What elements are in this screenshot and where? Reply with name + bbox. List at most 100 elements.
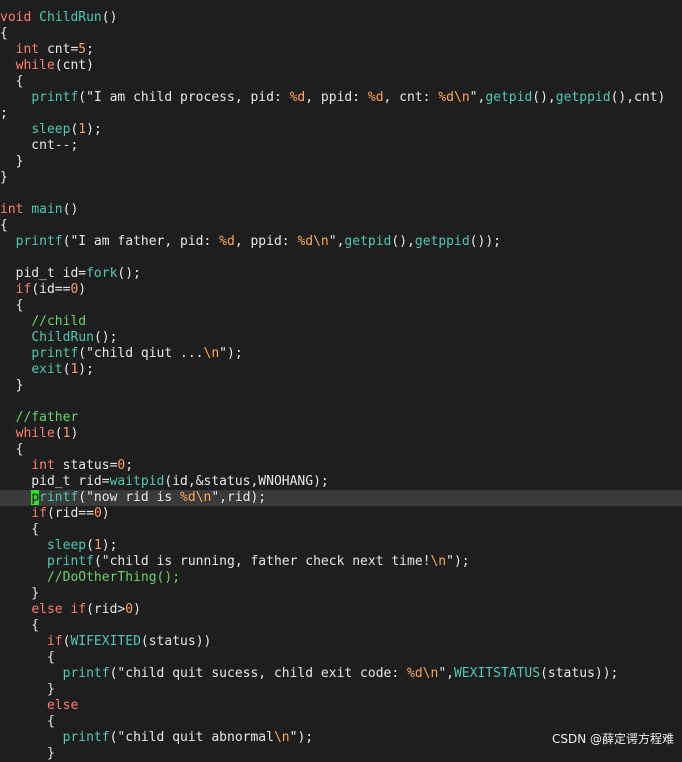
code-token: WIFEXITED (70, 634, 141, 649)
code-token: getppid (555, 90, 611, 105)
code-token: 1 (93, 538, 102, 553)
code-token: ; (125, 458, 134, 473)
code-token: %d (289, 90, 306, 105)
code-line: } (0, 378, 682, 394)
code-token: "); (289, 730, 314, 745)
code-line: printf("child is running, father check n… (0, 554, 682, 570)
code-token: (), (532, 90, 556, 105)
code-token: ChildRun (39, 10, 102, 25)
code-token: %d\n (407, 666, 439, 681)
code-line: if(WIFEXITED(status)) (0, 634, 682, 650)
code-line: if(rid==0) (0, 506, 682, 522)
code-token: ( (86, 538, 94, 553)
code-line: printf("child qiut ...\n"); (0, 346, 682, 362)
code-token: } (0, 586, 40, 601)
code-token: int (31, 458, 55, 473)
code-token: printf (62, 730, 110, 745)
code-token: //child (31, 314, 87, 329)
code-line: //DoOtherThing(); (0, 570, 682, 586)
code-token: ", (469, 90, 486, 105)
code-token: pid_t id= (0, 266, 87, 281)
code-token: %d\n (180, 490, 212, 505)
code-token: ",rid); (211, 490, 267, 505)
code-token: \n (273, 730, 290, 745)
code-token: %d (219, 234, 235, 249)
code-token: int (15, 42, 40, 57)
code-token: ; (0, 106, 8, 121)
code-token: ( (54, 426, 63, 441)
code-token: } (0, 170, 8, 185)
code-token: (status)); (540, 666, 619, 681)
code-line: { (0, 714, 682, 730)
code-token: ("child quit abnormal (109, 730, 274, 745)
code-line: printf("child quit sucess, child exit co… (0, 666, 682, 682)
code-token: //DoOtherThing(); (46, 570, 181, 585)
code-token: if (31, 506, 47, 521)
code-line: cnt--; (0, 138, 682, 154)
code-token: { (0, 218, 8, 233)
code-token: } (0, 682, 55, 697)
code-token: (), (391, 234, 415, 249)
code-token: ("I am father, pid: (62, 234, 220, 249)
code-token: 0 (125, 602, 134, 617)
code-token: while (15, 58, 55, 73)
code-line: { (0, 442, 682, 458)
code-token: (status)) (140, 634, 212, 649)
code-token: { (0, 650, 55, 665)
code-token: fork (86, 266, 118, 281)
code-token: void (0, 10, 32, 25)
code-token: WEXITSTATUS (453, 666, 541, 681)
code-line: ChildRun(); (0, 330, 682, 346)
code-token: \n (203, 346, 220, 361)
code-token: "); (446, 554, 470, 569)
code-token: sleep (31, 122, 71, 137)
code-token: sleep (46, 538, 87, 553)
code-token: { (0, 442, 24, 457)
code-editor[interactable]: void ChildRun(){ int cnt=5; while(cnt) {… (0, 0, 682, 761)
code-token: printf (31, 90, 79, 105)
code-token: } (0, 154, 24, 169)
text-cursor: p (31, 490, 40, 505)
code-token: (id,&status,WNOHANG); (164, 474, 329, 489)
code-token: while (15, 426, 55, 441)
code-line: { (0, 650, 682, 666)
code-line: int main() (0, 202, 682, 218)
code-token: if (46, 634, 63, 649)
code-token: ", (328, 234, 345, 249)
code-token: ) (133, 602, 141, 617)
code-line: sleep(1); (0, 122, 682, 138)
code-line: pid_t id=fork(); (0, 266, 682, 282)
code-token: rintf (39, 490, 79, 505)
code-token: ("child is running, father check next ti… (93, 554, 431, 569)
code-token: ); (86, 122, 102, 137)
code-token: (cnt) (54, 58, 94, 73)
code-token: status= (54, 458, 118, 473)
code-line: { (0, 26, 682, 42)
code-token: //father (15, 410, 79, 425)
code-token: ) (101, 506, 110, 521)
code-token: printf (46, 554, 94, 569)
code-token: 5 (78, 42, 87, 57)
code-token: (rid== (46, 506, 94, 521)
code-line: printf("now rid is %d\n",rid); (0, 490, 682, 506)
code-line: { (0, 298, 682, 314)
code-token: ChildRun (31, 330, 94, 345)
